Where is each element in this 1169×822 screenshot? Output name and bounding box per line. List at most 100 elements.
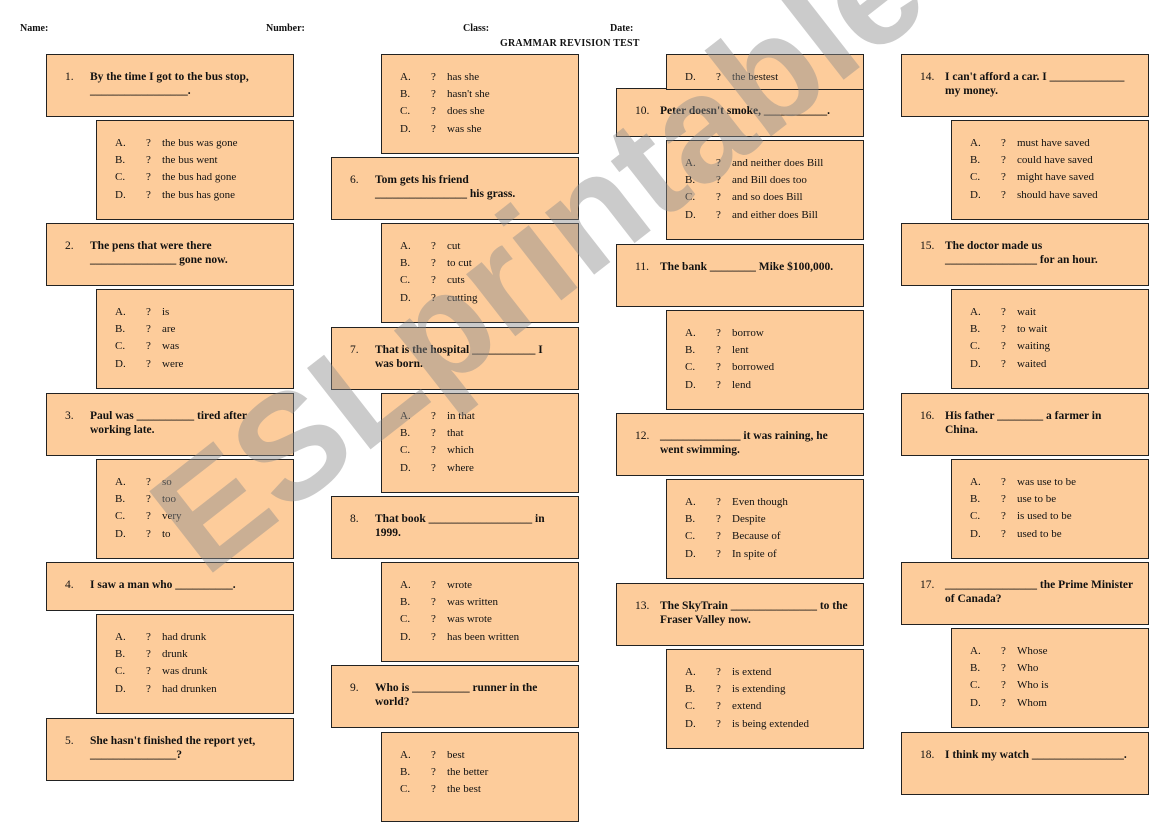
answer-option[interactable]: D.? used to be (970, 526, 1148, 543)
answer-option[interactable]: A.? best (400, 747, 578, 764)
answer-option[interactable]: B.? could have saved (970, 152, 1148, 169)
answer-option[interactable]: A.? must have saved (970, 135, 1148, 152)
option-letter: D. (400, 122, 411, 135)
answer-option[interactable]: C.? is used to be (970, 508, 1148, 525)
question-number: 8. (350, 513, 359, 525)
answer-option[interactable]: D.? is being extended (685, 716, 863, 733)
answer-option[interactable]: A.? Even though (685, 494, 863, 511)
answer-option[interactable]: B.? use to be (970, 491, 1148, 508)
question-number: 16. (920, 410, 935, 422)
answer-option[interactable]: D.? In spite of (685, 546, 863, 563)
answer-option[interactable]: C.? cuts (400, 272, 578, 289)
answer-option[interactable]: C.? Because of (685, 528, 863, 545)
answer-option[interactable]: D.? lend (685, 377, 863, 394)
option-marker-icon: ? (431, 461, 436, 474)
answer-option[interactable]: C.? waiting (970, 338, 1148, 355)
answer-option[interactable]: C.? the best (400, 781, 578, 798)
option-letter: D. (685, 71, 696, 83)
option-text: Whom (1017, 696, 1047, 709)
answer-option[interactable]: A.? has she (400, 69, 578, 86)
answer-option[interactable]: C.? very (115, 508, 293, 525)
answer-option[interactable]: A.? in that (400, 408, 578, 425)
question-stem: 13. The SkyTrain _______________ to the F… (617, 584, 863, 627)
option-text: should have saved (1017, 188, 1098, 201)
answer-option[interactable]: A.? borrow (685, 325, 863, 342)
answer-option[interactable]: A.? the bus was gone (115, 135, 293, 152)
answer-option[interactable]: C.? the bus had gone (115, 169, 293, 186)
answer-option[interactable]: D.? waited (970, 356, 1148, 373)
answer-option[interactable]: B.? drunk (115, 646, 293, 663)
answer-option[interactable]: D.? should have saved (970, 187, 1148, 204)
answer-option[interactable]: D.? Whom (970, 695, 1148, 712)
options-list: A.? Even though B.? Despite C.? Because of D.?… (667, 480, 863, 563)
answer-option[interactable]: A.? is (115, 304, 293, 321)
answer-option[interactable]: D.? cutting (400, 290, 578, 307)
option-text: was use to be (1017, 476, 1076, 488)
answer-option[interactable]: B.? hasn't she (400, 86, 578, 103)
answer-option[interactable]: C.? Who is (970, 677, 1148, 694)
option-text: best (447, 749, 465, 761)
answer-option[interactable]: A.? wait (970, 304, 1148, 321)
option-letter: A. (115, 631, 126, 643)
answer-option[interactable]: C.? extend (685, 698, 863, 715)
option-text: were (162, 357, 184, 370)
answer-option[interactable]: B.? the bus went (115, 152, 293, 169)
question-box: 12. ______________ it was raining, he wen… (616, 413, 864, 476)
answer-option[interactable]: B.? to wait (970, 321, 1148, 338)
answer-option[interactable]: B.? is extending (685, 681, 863, 698)
answer-option[interactable]: A.? so (115, 474, 293, 491)
options-box: A.? Whose B.? Who C.? Who is D.? Whom (951, 628, 1149, 728)
answer-option[interactable]: A.? and neither does Bill (685, 155, 863, 172)
answer-option[interactable]: C.? does she (400, 103, 578, 120)
answer-option[interactable]: A.? had drunk (115, 629, 293, 646)
option-marker-icon: ? (431, 427, 436, 440)
answer-option[interactable]: A.? Whose (970, 643, 1148, 660)
answer-option[interactable]: D.? the bestest (685, 69, 863, 86)
option-marker-icon: ? (716, 496, 721, 508)
answer-option[interactable]: D.? where (400, 460, 578, 477)
option-marker-icon: ? (1001, 340, 1006, 353)
answer-option[interactable]: C.? and so does Bill (685, 189, 863, 206)
answer-option[interactable]: B.? the better (400, 764, 578, 781)
answer-option[interactable]: D.? had drunken (115, 681, 293, 698)
answer-option[interactable]: B.? Despite (685, 511, 863, 528)
answer-option[interactable]: B.? too (115, 491, 293, 508)
option-letter: B. (970, 154, 981, 167)
answer-option[interactable]: C.? which (400, 442, 578, 459)
answer-option[interactable]: A.? wrote (400, 577, 578, 594)
answer-option[interactable]: D.? was she (400, 121, 578, 138)
answer-option[interactable]: C.? borrowed (685, 359, 863, 376)
answer-option[interactable]: A.? was use to be (970, 474, 1148, 491)
option-marker-icon: ? (146, 154, 151, 167)
answer-option[interactable]: A.? is extend (685, 664, 863, 681)
options-box: A.? best B.? the better C.? the best (381, 732, 579, 822)
answer-option[interactable]: D.? were (115, 356, 293, 373)
answer-option[interactable]: B.? that (400, 425, 578, 442)
answer-option[interactable]: B.? Who (970, 660, 1148, 677)
option-letter: A. (685, 157, 696, 169)
option-letter: C. (115, 510, 126, 523)
option-text: was she (447, 122, 482, 135)
options-list: A.? wrote B.? was written C.? was wrote D.? has… (382, 563, 578, 646)
answer-option[interactable]: C.? was drunk (115, 663, 293, 680)
option-letter: C. (685, 530, 696, 543)
options-list: D.? the bestest (667, 55, 863, 86)
question-text: That book __________________ in 1999. (375, 513, 545, 539)
answer-option[interactable]: B.? was written (400, 594, 578, 611)
answer-option[interactable]: B.? to cut (400, 255, 578, 272)
answer-option[interactable]: A.? cut (400, 238, 578, 255)
answer-option[interactable]: D.? the bus has gone (115, 187, 293, 204)
option-letter: B. (970, 662, 981, 675)
answer-option[interactable]: B.? lent (685, 342, 863, 359)
option-marker-icon: ? (146, 323, 151, 336)
answer-option[interactable]: D.? to (115, 526, 293, 543)
answer-option[interactable]: C.? was wrote (400, 611, 578, 628)
option-marker-icon: ? (431, 596, 436, 609)
answer-option[interactable]: C.? was (115, 338, 293, 355)
option-text: and so does Bill (732, 191, 803, 204)
answer-option[interactable]: B.? are (115, 321, 293, 338)
answer-option[interactable]: B.? and Bill does too (685, 172, 863, 189)
answer-option[interactable]: C.? might have saved (970, 169, 1148, 186)
answer-option[interactable]: D.? has been written (400, 629, 578, 646)
answer-option[interactable]: D.? and either does Bill (685, 207, 863, 224)
